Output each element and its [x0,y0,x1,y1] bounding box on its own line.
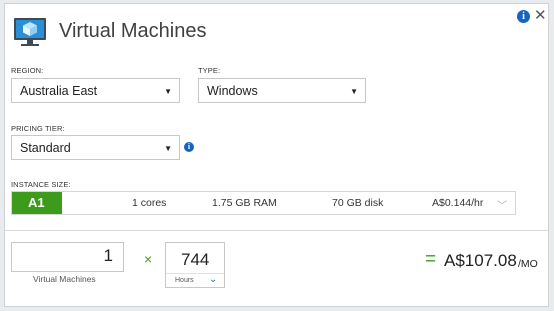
chevron-down-icon: ▼ [350,87,358,96]
instance-ram: 1.75 GB RAM [212,197,277,209]
hours-value: 744 [181,250,210,269]
chevron-down-icon[interactable]: ⌄ [209,274,217,285]
instance-price: A$0.144/hr [432,197,484,209]
info-icon[interactable]: i [517,10,530,23]
virtual-machine-monitor-icon [14,18,46,46]
instance-size-label: INSTANCE SIZE: [11,180,71,189]
chevron-down-icon: ﹀ [497,201,507,212]
region-select[interactable]: Australia East ▼ [11,78,180,103]
type-value: Windows [207,84,258,98]
hours-input[interactable]: 744 Hours ⌄ [165,242,225,288]
equals-icon: = [425,249,437,270]
hours-unit-label: Hours [175,277,194,284]
chevron-down-icon: ▼ [164,87,172,96]
type-select[interactable]: Windows ▼ [198,78,366,103]
multiply-icon: × [144,251,153,267]
instance-size-select[interactable]: A1 1 cores 1.75 GB RAM 70 GB disk A$0.14… [11,191,516,215]
pricing-tier-select[interactable]: Standard ▼ [11,135,180,160]
type-label: TYPE: [198,66,221,75]
vm-count-label: Virtual Machines [33,274,96,284]
instance-cores: 1 cores [132,197,167,209]
region-label: REGION: [11,66,44,75]
instance-disk: 70 GB disk [332,197,384,209]
close-icon[interactable]: ✕ [534,6,547,24]
pricing-tier-value: Standard [20,141,71,155]
virtual-machines-panel: Virtual Machines i ✕ REGION: Australia E… [4,3,549,307]
total-period: /MO [518,258,538,270]
region-value: Australia East [20,84,98,98]
pricing-tier-info-icon[interactable]: i [184,142,194,152]
vm-count-value: 1 [103,246,113,265]
divider [5,230,548,231]
page-title: Virtual Machines [59,20,207,42]
vm-count-input[interactable]: 1 [11,242,124,272]
instance-size-badge: A1 [12,192,62,214]
chevron-down-icon: ▼ [164,144,172,153]
total-cost: A$107.08 [444,251,517,270]
pricing-tier-label: PRICING TIER: [11,124,65,133]
